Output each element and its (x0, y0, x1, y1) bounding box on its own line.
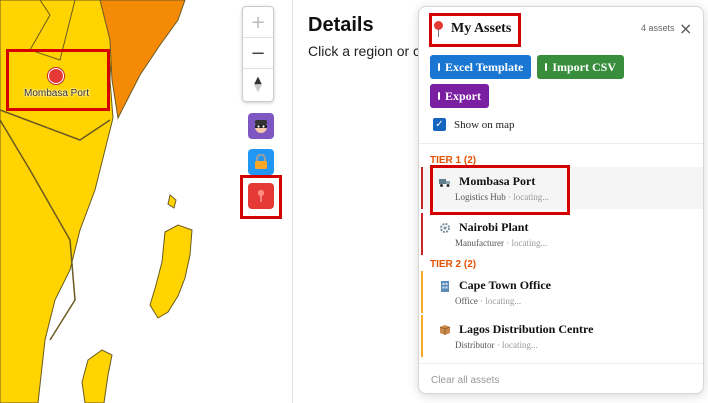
zoom-out-button[interactable]: − (243, 38, 273, 69)
divider (419, 363, 703, 364)
asset-meta: Office · locating... (455, 296, 521, 306)
assets-panel: My Assets 4 assets × Excel Template Impo… (418, 6, 704, 394)
highlight-panel-title (429, 13, 521, 47)
robber-mask-button[interactable] (248, 113, 274, 139)
excel-template-button[interactable]: Excel Template (430, 55, 532, 79)
asset-type: Manufacturer (455, 238, 504, 248)
asset-name: Cape Town Office (459, 278, 552, 292)
asset-status: locating... (502, 340, 538, 350)
zoom-in-button[interactable]: + (243, 7, 273, 38)
show-on-map-row[interactable]: ✓ Show on map (433, 118, 515, 131)
box-icon (439, 325, 451, 335)
asset-type: Office (455, 296, 478, 306)
lock-button[interactable] (248, 149, 274, 175)
meta-separator: · (494, 340, 502, 350)
export-label: Export (445, 88, 481, 103)
import-csv-label: Import CSV (552, 59, 616, 74)
highlight-map-marker (6, 49, 110, 111)
upload-icon (545, 63, 548, 71)
robber-mask-icon (255, 120, 267, 133)
tier-stripe (421, 315, 423, 357)
close-icon[interactable]: × (679, 19, 692, 38)
asset-meta: Manufacturer · locating... (455, 238, 547, 248)
details-hint: Click a region or c (308, 43, 421, 59)
action-buttons: Excel Template Import CSV (430, 55, 624, 79)
asset-name: Nairobi Plant (459, 220, 529, 234)
clear-all-link[interactable]: Clear all assets (431, 375, 499, 386)
details-title: Details (308, 14, 374, 36)
export-button[interactable]: Export (430, 84, 489, 108)
excel-template-label: Excel Template (445, 59, 524, 74)
asset-item-lagos-distribution-centre[interactable]: Lagos Distribution Centre Distributor · … (421, 315, 703, 357)
compass-button[interactable]: ▲ ▼ (243, 69, 273, 100)
highlight-pin-button (240, 175, 282, 219)
panel-divider (292, 0, 293, 403)
highlight-asset-item (430, 165, 570, 215)
import-csv-button[interactable]: Import CSV (537, 55, 624, 79)
asset-meta: Distributor · locating... (455, 340, 538, 350)
tier-heading: TIER 2 (2) (430, 259, 477, 270)
assets-panel-header: My Assets 4 assets × (419, 7, 703, 49)
compass-down-icon: ▼ (254, 82, 262, 94)
show-on-map-checkbox[interactable]: ✓ (433, 118, 446, 131)
building-icon (441, 281, 449, 292)
divider (419, 143, 703, 144)
tier-stripe (421, 271, 423, 313)
lock-icon (255, 154, 267, 169)
asset-count: 4 assets (641, 23, 675, 33)
show-on-map-label: Show on map (454, 118, 515, 131)
map-controls: + − ▲ ▼ (242, 6, 274, 102)
asset-item-cape-town-office[interactable]: Cape Town Office Office · locating... (421, 271, 703, 313)
asset-item-nairobi-plant[interactable]: Nairobi Plant Manufacturer · locating... (421, 213, 703, 255)
asset-status: locating... (485, 296, 522, 306)
download-icon (438, 92, 440, 100)
tier-stripe (421, 167, 423, 209)
upload-icon (438, 63, 440, 71)
gear-icon (440, 223, 450, 233)
tier-stripe (421, 213, 423, 255)
asset-name: Lagos Distribution Centre (459, 322, 594, 336)
asset-type: Distributor (455, 340, 495, 350)
asset-status: locating... (511, 238, 548, 248)
